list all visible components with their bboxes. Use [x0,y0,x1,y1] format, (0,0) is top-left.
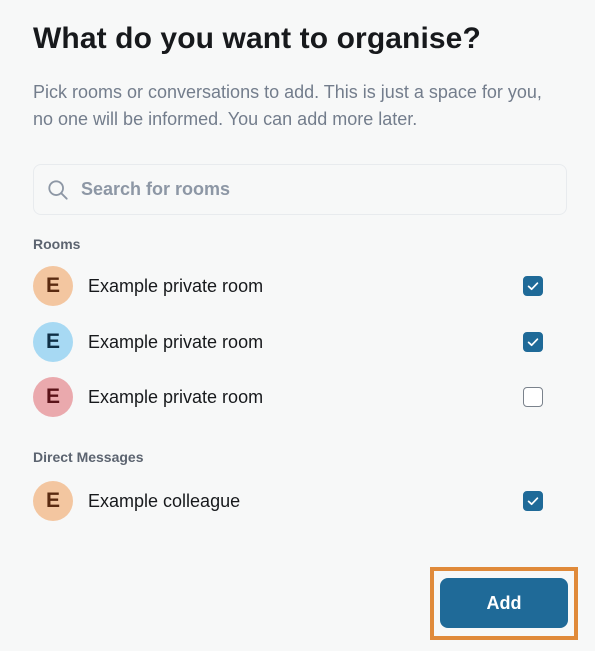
room-name: Example private room [88,275,264,296]
add-button[interactable]: Add [440,578,568,628]
dm-avatar: E [33,481,73,521]
organise-dialog: What do you want to organise? Pick rooms… [0,0,595,651]
dialog-title: What do you want to organise? [33,22,481,55]
search-box[interactable] [33,164,567,215]
room-avatar: E [33,377,73,417]
dm-row[interactable]: E Example colleague [33,481,543,521]
room-checkbox[interactable] [523,387,543,407]
direct-messages-section-label: Direct Messages [33,449,144,465]
dm-checkbox[interactable] [523,491,543,511]
rooms-section-label: Rooms [33,236,81,252]
room-row[interactable]: E Example private room [33,266,543,306]
search-icon [48,179,68,200]
search-input[interactable] [81,179,521,200]
room-row[interactable]: E Example private room [33,377,543,417]
dialog-subtitle: Pick rooms or conversations to add. This… [33,82,542,129]
room-row[interactable]: E Example private room [33,322,543,362]
room-avatar: E [33,322,73,362]
dm-name: Example colleague [88,490,241,511]
room-avatar: E [33,266,73,306]
room-checkbox[interactable] [523,332,543,352]
room-name: Example private room [88,331,264,352]
room-name: Example private room [88,386,264,407]
room-checkbox[interactable] [523,276,543,296]
